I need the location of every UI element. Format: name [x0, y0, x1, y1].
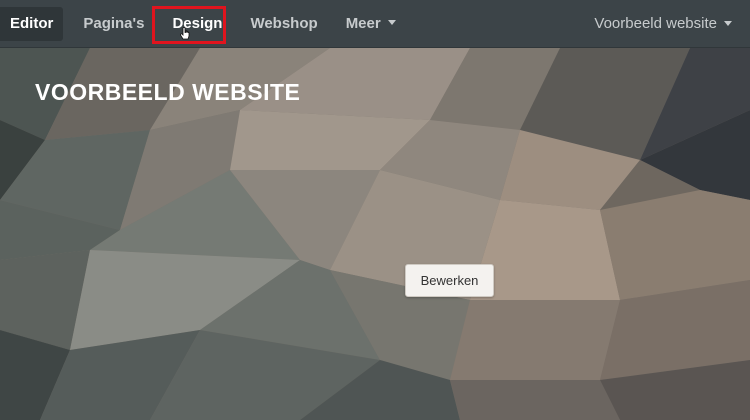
nav-pages-tab[interactable]: Pagina's: [69, 6, 158, 42]
chevron-down-icon: [724, 20, 732, 26]
edit-button[interactable]: Bewerken: [405, 264, 494, 297]
nav-design-tab[interactable]: Design: [158, 6, 236, 42]
nav-editor-tab[interactable]: Editor: [0, 6, 64, 41]
hand-pointer-icon: [180, 27, 190, 40]
website-selector[interactable]: Voorbeeld website: [594, 6, 732, 42]
chevron-down-icon: [387, 20, 396, 26]
top-navigation-bar: Editor Pagina's Design Webshop Meer Voor…: [0, 0, 750, 48]
nav-webshop-tab[interactable]: Webshop: [236, 6, 331, 42]
website-selector-label: Voorbeeld website: [594, 15, 717, 32]
site-title: VOORBEELD WEBSITE: [35, 79, 301, 105]
nav-more-label: Meer: [345, 14, 381, 32]
nav-more-menu[interactable]: Meer: [332, 6, 410, 42]
